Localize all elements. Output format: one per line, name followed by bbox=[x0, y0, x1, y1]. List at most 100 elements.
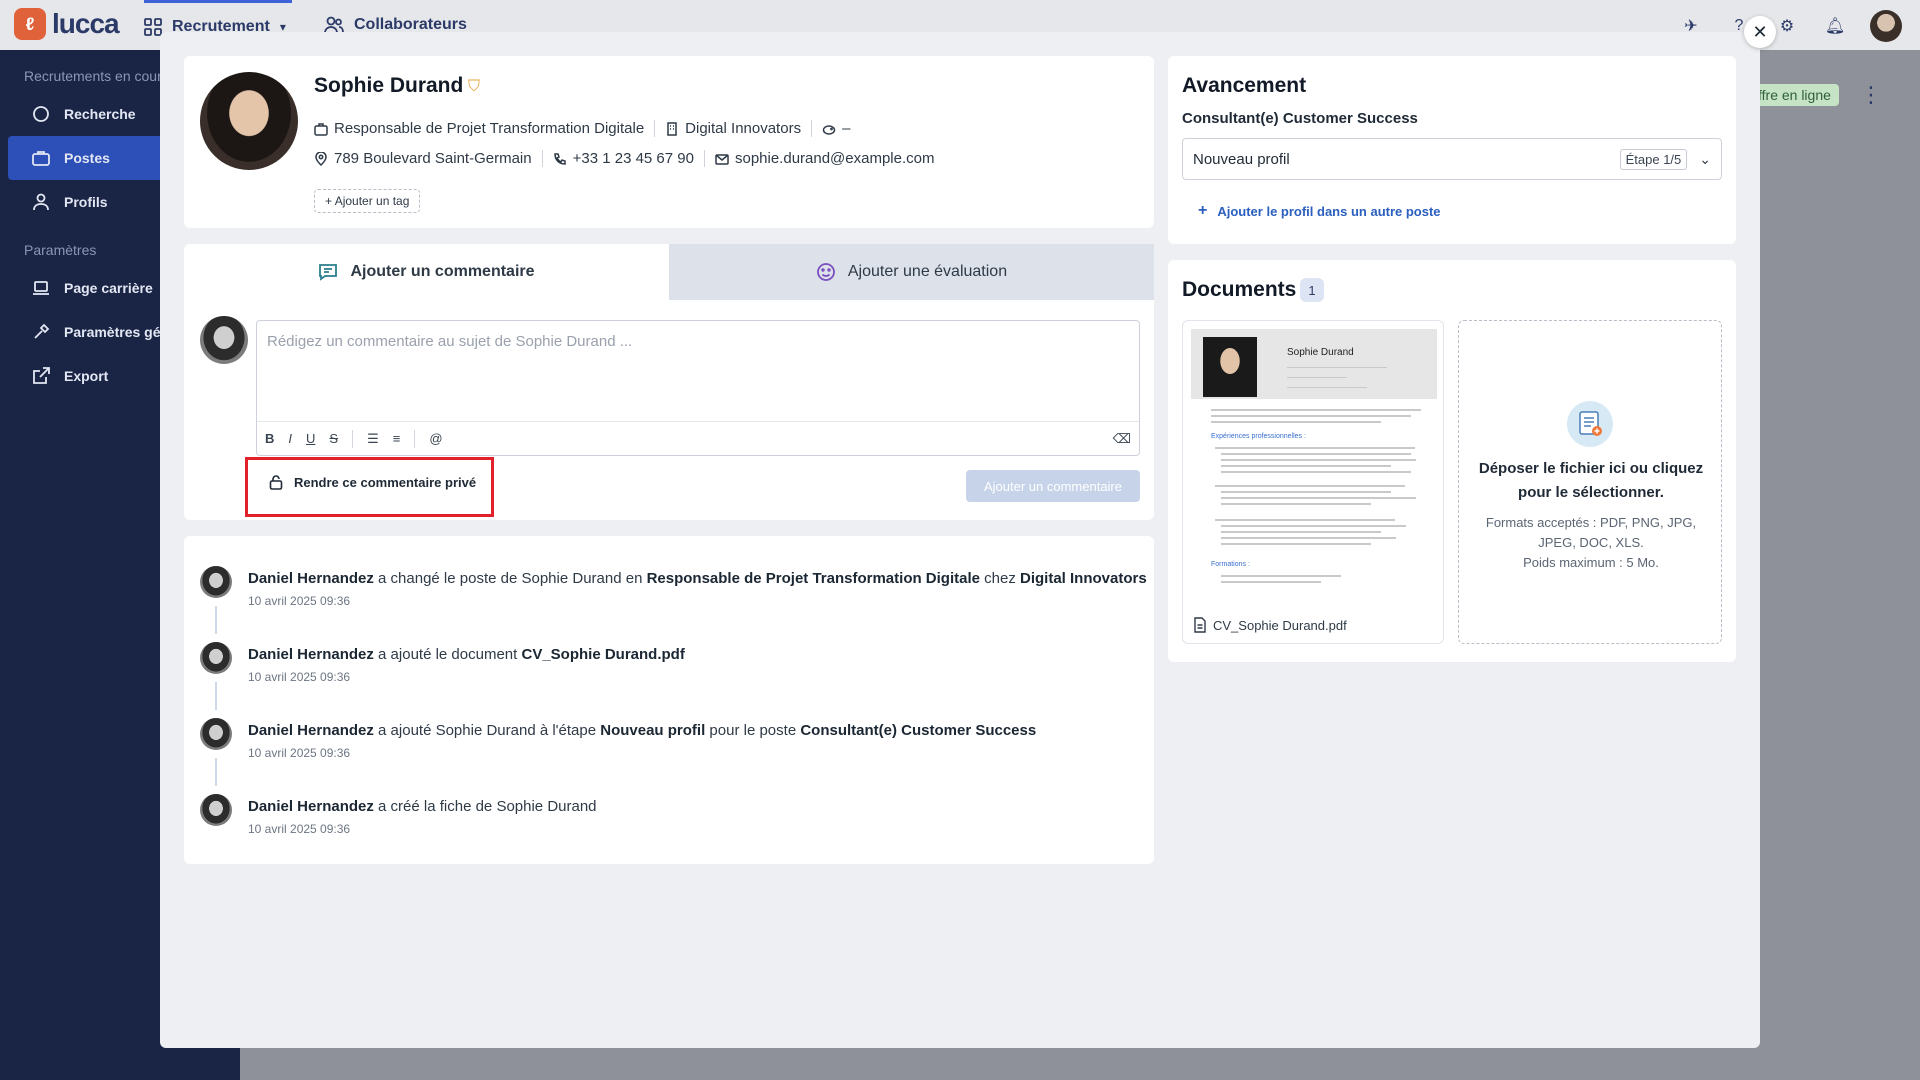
cv-text-line bbox=[1221, 525, 1406, 527]
numbered-list-icon[interactable]: ≡ bbox=[393, 431, 401, 446]
cv-text-line bbox=[1221, 497, 1416, 499]
location-pin-icon bbox=[315, 151, 327, 166]
toolbar-divider bbox=[414, 429, 416, 448]
document-card[interactable]: Sophie Durand Expériences professionnell… bbox=[1182, 320, 1444, 644]
cv-section-heading: Formations : bbox=[1211, 561, 1250, 568]
actor-name: Daniel Hernandez bbox=[248, 646, 374, 663]
user-icon bbox=[33, 193, 49, 211]
activity-highlight: CV_Sophie Durand.pdf bbox=[521, 646, 685, 663]
toolbar-divider bbox=[352, 429, 354, 448]
activity-highlight: Consultant(e) Customer Success bbox=[800, 722, 1037, 739]
drop-zone-title: Déposer le fichier ici ou cliquez pour l… bbox=[1478, 460, 1704, 501]
add-to-other-job-link[interactable]: + Ajouter le profil dans un autre poste bbox=[1198, 202, 1441, 220]
phone-icon bbox=[553, 152, 566, 165]
email-value[interactable]: sophie.durand@example.com bbox=[735, 150, 935, 167]
activity-fragment: a ajouté Sophie Durand à l'étape bbox=[373, 722, 601, 739]
documents-count-badge: 1 bbox=[1300, 278, 1324, 302]
salary-field: – bbox=[822, 120, 860, 137]
cv-text-line bbox=[1287, 387, 1367, 388]
tab-add-comment[interactable]: Ajouter un commentaire bbox=[184, 244, 669, 300]
salary-value: – bbox=[842, 120, 851, 137]
tab-add-evaluation[interactable]: Ajouter une évaluation bbox=[669, 244, 1154, 300]
laptop-icon bbox=[33, 281, 49, 295]
activity-text: Daniel Hernandez a créé la fiche de Soph… bbox=[248, 798, 597, 815]
cv-section-heading: Expériences professionnelles : bbox=[1211, 433, 1306, 440]
avatar bbox=[200, 566, 232, 598]
piggy-bank-icon bbox=[822, 124, 836, 135]
cv-text-line bbox=[1215, 485, 1405, 487]
cv-name: Sophie Durand bbox=[1287, 347, 1354, 358]
gear-icon[interactable]: ⚙ bbox=[1774, 13, 1800, 39]
editor-toolbar: B I U S ☰ ≡ @ ⌫ bbox=[257, 421, 1139, 455]
phone-value[interactable]: +33 1 23 45 67 90 bbox=[573, 150, 694, 167]
documents-title: Documents bbox=[1182, 278, 1297, 301]
max-size: Poids maximum : 5 Mo. bbox=[1523, 555, 1659, 570]
cv-text-line bbox=[1221, 459, 1416, 461]
close-modal-button[interactable]: ✕ bbox=[1744, 16, 1776, 48]
shield-icon: ⛉ bbox=[468, 78, 481, 95]
timeline-connector bbox=[215, 758, 217, 786]
activity-text: Daniel Hernandez a ajouté Sophie Durand … bbox=[248, 722, 1036, 739]
cv-text-line bbox=[1221, 575, 1341, 577]
document-file[interactable]: CV_Sophie Durand.pdf bbox=[1193, 617, 1347, 633]
bell-icon[interactable]: 🔔︎ bbox=[1822, 13, 1848, 39]
job-name: Consultant(e) Customer Success bbox=[1182, 110, 1418, 127]
activity-fragment: chez bbox=[979, 570, 1021, 587]
activity-highlight: Responsable de Projet Transformation Dig… bbox=[646, 570, 980, 587]
sidebar-item-label: Profils bbox=[64, 194, 108, 210]
contact-info-row: 789 Boulevard Saint-Germain +33 1 23 45 … bbox=[314, 150, 955, 167]
cv-text-line bbox=[1215, 519, 1395, 521]
bold-button[interactable]: B bbox=[265, 431, 274, 446]
activity-text: Daniel Hernandez a changé le poste de So… bbox=[248, 570, 1147, 587]
cv-text-line bbox=[1221, 453, 1411, 455]
current-user-avatar bbox=[200, 316, 248, 364]
strikethrough-button[interactable]: S bbox=[329, 431, 338, 446]
sidebar-item-label: Postes bbox=[64, 150, 110, 166]
cv-text-line bbox=[1221, 581, 1321, 583]
cv-photo bbox=[1203, 337, 1257, 397]
email-field: sophie.durand@example.com bbox=[715, 150, 945, 167]
progress-title: Avancement bbox=[1182, 74, 1307, 97]
stage-step-badge: Étape 1/5 bbox=[1619, 148, 1688, 170]
clear-format-icon[interactable]: ⌫ bbox=[1113, 431, 1131, 447]
private-comment-label: Rendre ce commentaire privé bbox=[294, 474, 477, 490]
activity-fragment: a changé le poste de Sophie Durand en bbox=[373, 570, 647, 587]
private-comment-button[interactable]: Rendre ce commentaire privé bbox=[268, 474, 476, 490]
underline-button[interactable]: U bbox=[306, 431, 315, 446]
mail-icon bbox=[715, 153, 729, 165]
address-value: 789 Boulevard Saint-Germain bbox=[334, 150, 532, 167]
cv-header: Sophie Durand bbox=[1191, 329, 1437, 399]
lucca-logo[interactable]: ℓ lucca bbox=[14, 8, 120, 40]
chevron-down-icon: ⌄ bbox=[1699, 150, 1711, 167]
progress-card: Avancement Consultant(e) Customer Succes… bbox=[1168, 56, 1736, 244]
phone-field: +33 1 23 45 67 90 bbox=[553, 150, 705, 167]
cv-text-line bbox=[1215, 447, 1415, 449]
add-to-other-job-label: Ajouter le profil dans un autre poste bbox=[1217, 203, 1441, 219]
avatar bbox=[200, 794, 232, 826]
file-drop-zone[interactable]: Déposer le fichier ici ou cliquez pour l… bbox=[1458, 320, 1722, 644]
cv-text-line bbox=[1211, 421, 1381, 423]
cv-text-line bbox=[1287, 367, 1387, 368]
upload-document-icon bbox=[1567, 401, 1613, 447]
sidebar-item-label: Page carrière bbox=[64, 280, 153, 296]
kebab-menu-icon[interactable]: ⋮ bbox=[1860, 82, 1882, 108]
cv-text-line bbox=[1211, 415, 1411, 417]
mention-button[interactable]: @ bbox=[429, 431, 442, 446]
activity-date: 10 avril 2025 09:36 bbox=[248, 822, 351, 836]
cv-text-line bbox=[1221, 471, 1411, 473]
italic-button[interactable]: I bbox=[288, 431, 292, 446]
activity-date: 10 avril 2025 09:36 bbox=[248, 746, 351, 760]
lock-icon bbox=[269, 475, 283, 490]
profile-card: Sophie Durand ⛉ Responsable de Projet Tr… bbox=[184, 56, 1154, 228]
actor-name: Daniel Hernandez bbox=[248, 570, 374, 587]
add-comment-button[interactable]: Ajouter un commentaire bbox=[966, 470, 1140, 502]
smiley-icon bbox=[816, 263, 835, 281]
comment-editor[interactable]: Rédigez un commentaire au sujet de Sophi… bbox=[256, 320, 1140, 456]
avatar bbox=[200, 642, 232, 674]
activity-highlight: Nouveau profil bbox=[600, 722, 706, 739]
add-tag-button[interactable]: + Ajouter un tag bbox=[314, 189, 421, 213]
cv-text-line bbox=[1287, 377, 1347, 378]
stage-select[interactable]: Nouveau profil Étape 1/5 ⌄ bbox=[1182, 138, 1722, 180]
user-avatar[interactable] bbox=[1870, 10, 1902, 42]
bulleted-list-icon[interactable]: ☰ bbox=[367, 431, 379, 447]
